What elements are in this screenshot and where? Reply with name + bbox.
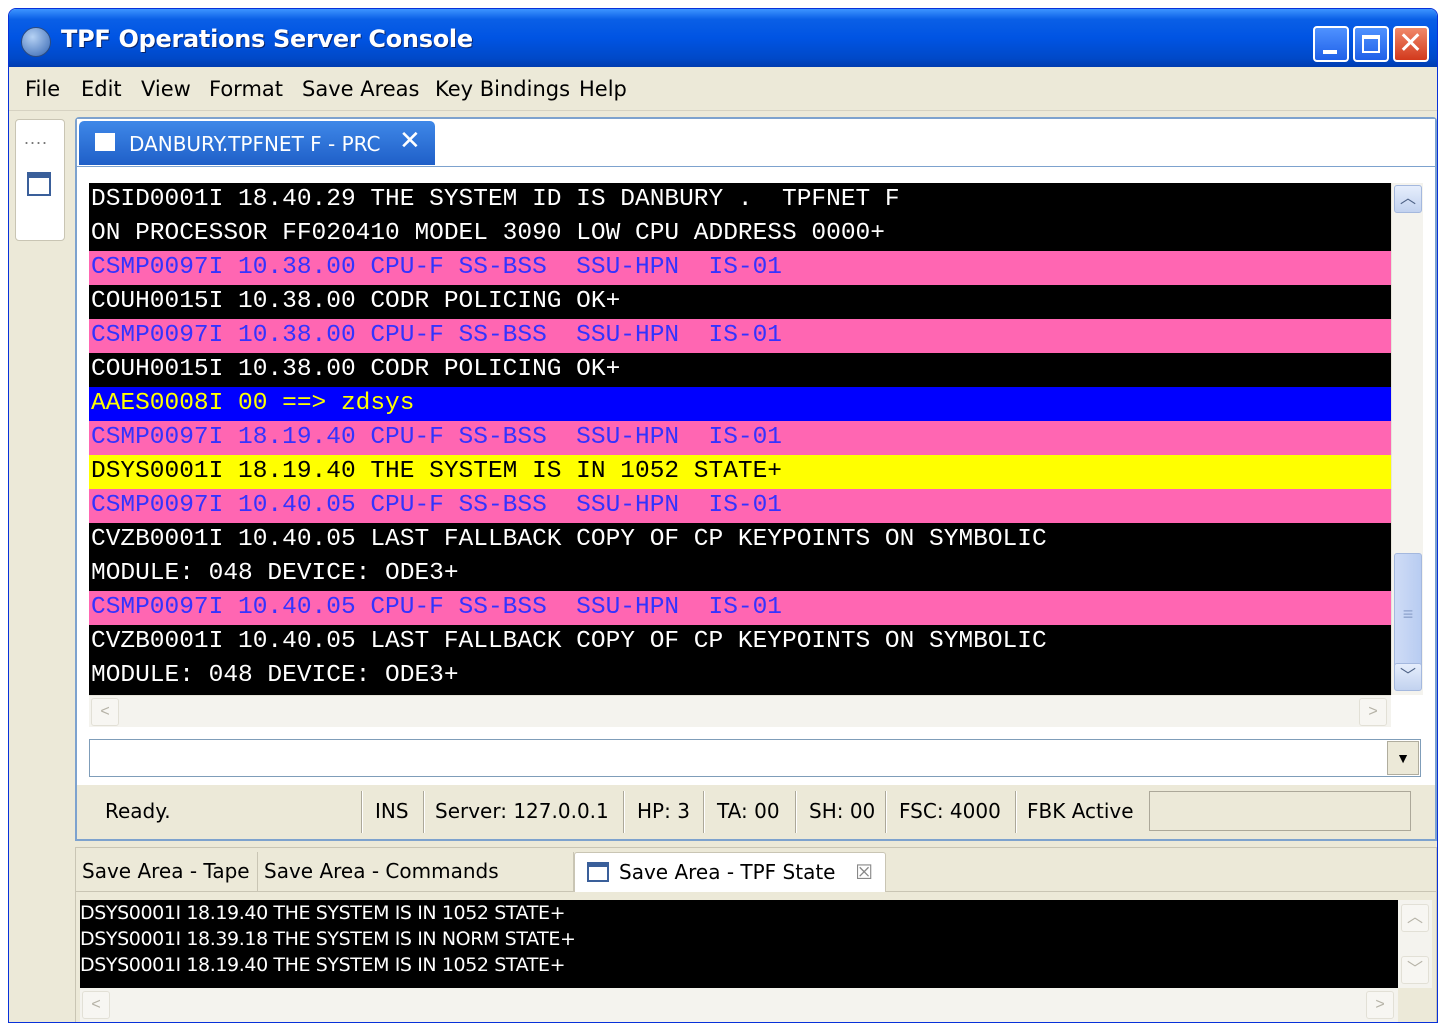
console-vertical-scrollbar[interactable]: ︿ ≡ ﹀ — [1391, 183, 1423, 695]
app-icon — [21, 27, 51, 57]
title-bar[interactable]: TPF Operations Server Console ✕ — [9, 9, 1437, 67]
tab-danbury-console[interactable]: DANBURY.TPFNET F - PRC ✕ — [79, 121, 435, 165]
scroll-up-icon[interactable]: ︿ — [1401, 904, 1429, 932]
menu-file[interactable]: File — [25, 77, 60, 101]
console-line: CVZB0001I 10.40.05 LAST FALLBACK COPY OF… — [89, 625, 1391, 659]
command-combo[interactable]: ▼ — [89, 739, 1421, 777]
tab-label: Save Area - TPF State — [619, 860, 836, 884]
tab-save-area-tape[interactable]: Save Area - Tape — [76, 852, 258, 892]
save-area-line: DSYS0001I 18.19.40 THE SYSTEM IS IN 1052… — [80, 954, 566, 976]
status-divider — [1015, 791, 1017, 833]
status-ready: Ready. — [105, 799, 171, 823]
scroll-right-icon[interactable]: > — [1366, 991, 1394, 1019]
status-insert-mode: INS — [375, 799, 409, 823]
menu-key-bindings[interactable]: Key Bindings — [435, 77, 570, 101]
console-line: ON PROCESSOR FF020410 MODEL 3090 LOW CPU… — [89, 217, 1391, 251]
command-input[interactable] — [90, 740, 1386, 776]
drag-handle[interactable]: .... — [24, 128, 48, 149]
console-line: CSMP0097I 10.38.00 CPU-F SS-BSS SSU-HPN … — [89, 319, 1391, 353]
close-button[interactable]: ✕ — [1393, 26, 1429, 62]
editor-tab-label: DANBURY.TPFNET F - PRC — [129, 132, 381, 156]
menu-save-areas[interactable]: Save Areas — [302, 77, 420, 101]
restore-view-icon[interactable] — [27, 172, 51, 196]
status-fbk: FBK Active — [1027, 799, 1134, 823]
window-icon — [587, 862, 609, 882]
tab-save-area-commands-echoes[interactable]: Save Area - Commands Echoes — [258, 852, 574, 921]
console-line: MODULE: 048 DEVICE: ODE3+ — [89, 659, 1391, 693]
menu-format[interactable]: Format — [209, 77, 283, 101]
editor-tab-bar: DANBURY.TPFNET F - PRC ✕ — [77, 119, 1435, 167]
console-line: AAES0008I 00 ==> zdsys — [89, 387, 1391, 421]
console-line: CSMP0097I 10.38.00 CPU-F SS-BSS SSU-HPN … — [89, 251, 1391, 285]
menu-bar: File Edit View Format Save Areas Key Bin… — [9, 67, 1437, 111]
tab-save-area-tpf-state[interactable]: Save Area - TPF State ☒ — [574, 852, 886, 892]
status-bar: Ready. INS Server: 127.0.0.1 HP: 3 TA: 0… — [77, 785, 1435, 839]
status-hp: HP: 3 — [637, 799, 690, 823]
console-line: COUH0015I 10.38.00 CODR POLICING OK+ — [89, 285, 1391, 319]
window-icon — [95, 133, 115, 151]
window-title: TPF Operations Server Console — [61, 25, 473, 53]
close-tab-icon[interactable]: ☒ — [855, 853, 873, 891]
tab-label: Save Area - Tape — [82, 859, 250, 883]
maximize-icon — [1362, 35, 1380, 53]
maximize-button[interactable] — [1353, 26, 1389, 62]
minimize-button[interactable] — [1313, 26, 1349, 62]
save-area-tab-bar: Save Area - Tape Save Area - Commands Ec… — [76, 848, 1436, 921]
console-line: DSID0001I 18.40.29 THE SYSTEM ID IS DANB… — [89, 183, 1391, 217]
save-area-vertical-scrollbar[interactable]: ︿ ﹀ — [1398, 900, 1432, 988]
save-area-line: DSYS0001I 18.39.18 THE SYSTEM IS IN NORM… — [80, 928, 576, 950]
status-fsc: FSC: 4000 — [899, 799, 1001, 823]
status-divider — [623, 791, 625, 833]
scroll-down-icon[interactable]: ﹀ — [1394, 663, 1422, 691]
scroll-down-icon[interactable]: ﹀ — [1401, 956, 1429, 984]
minimized-view-strip: .... — [15, 119, 65, 241]
close-icon: ✕ — [1398, 26, 1424, 61]
console-editor: DANBURY.TPFNET F - PRC ✕ DSID0001I 18.40… — [75, 117, 1437, 841]
console-line: CSMP0097I 10.40.05 CPU-F SS-BSS SSU-HPN … — [89, 489, 1391, 523]
console-output[interactable]: DSID0001I 18.40.29 THE SYSTEM ID IS DANB… — [89, 183, 1391, 695]
console-line: CVZB0001I 10.40.05 LAST FALLBACK COPY OF… — [89, 523, 1391, 557]
save-area-output[interactable]: DSYS0001I 18.19.40 THE SYSTEM IS IN 1052… — [80, 900, 1398, 988]
scroll-right-icon[interactable]: > — [1359, 698, 1387, 726]
chevron-down-icon[interactable]: ▼ — [1387, 741, 1419, 775]
console-horizontal-scrollbar[interactable]: < > — [89, 695, 1391, 727]
minimize-icon — [1323, 50, 1337, 54]
status-divider — [423, 791, 425, 833]
status-progress-area — [1149, 791, 1411, 831]
menu-help[interactable]: Help — [579, 77, 627, 101]
console-line: CSMP0097I 18.19.40 CPU-F SS-BSS SSU-HPN … — [89, 421, 1391, 455]
scroll-left-icon[interactable]: < — [91, 698, 119, 726]
console-line: DSYS0001I 18.19.40 THE SYSTEM IS IN 1052… — [89, 455, 1391, 489]
close-tab-icon[interactable]: ✕ — [399, 126, 421, 156]
app-window: TPF Operations Server Console ✕ File Edi… — [8, 8, 1438, 1023]
save-area-panel: Save Area - Tape Save Area - Commands Ec… — [75, 847, 1437, 1022]
scroll-up-icon[interactable]: ︿ — [1394, 185, 1422, 213]
console-line: COUH0015I 10.38.00 CODR POLICING OK+ — [89, 353, 1391, 387]
save-area-line: DSYS0001I 18.19.40 THE SYSTEM IS IN 1052… — [80, 902, 566, 924]
console-line: CSMP0097I 10.40.05 CPU-F SS-BSS SSU-HPN … — [89, 591, 1391, 625]
menu-view[interactable]: View — [141, 77, 191, 101]
status-server: Server: 127.0.0.1 — [435, 799, 609, 823]
console-line: MODULE: 048 DEVICE: ODE3+ — [89, 557, 1391, 591]
status-ta: TA: 00 — [717, 799, 780, 823]
status-divider — [795, 791, 797, 833]
scroll-left-icon[interactable]: < — [82, 991, 110, 1019]
status-divider — [703, 791, 705, 833]
status-divider — [885, 791, 887, 833]
menu-edit[interactable]: Edit — [81, 77, 122, 101]
status-sh: SH: 00 — [809, 799, 876, 823]
save-area-horizontal-scrollbar[interactable]: < > — [80, 988, 1398, 1022]
status-divider — [361, 791, 363, 833]
